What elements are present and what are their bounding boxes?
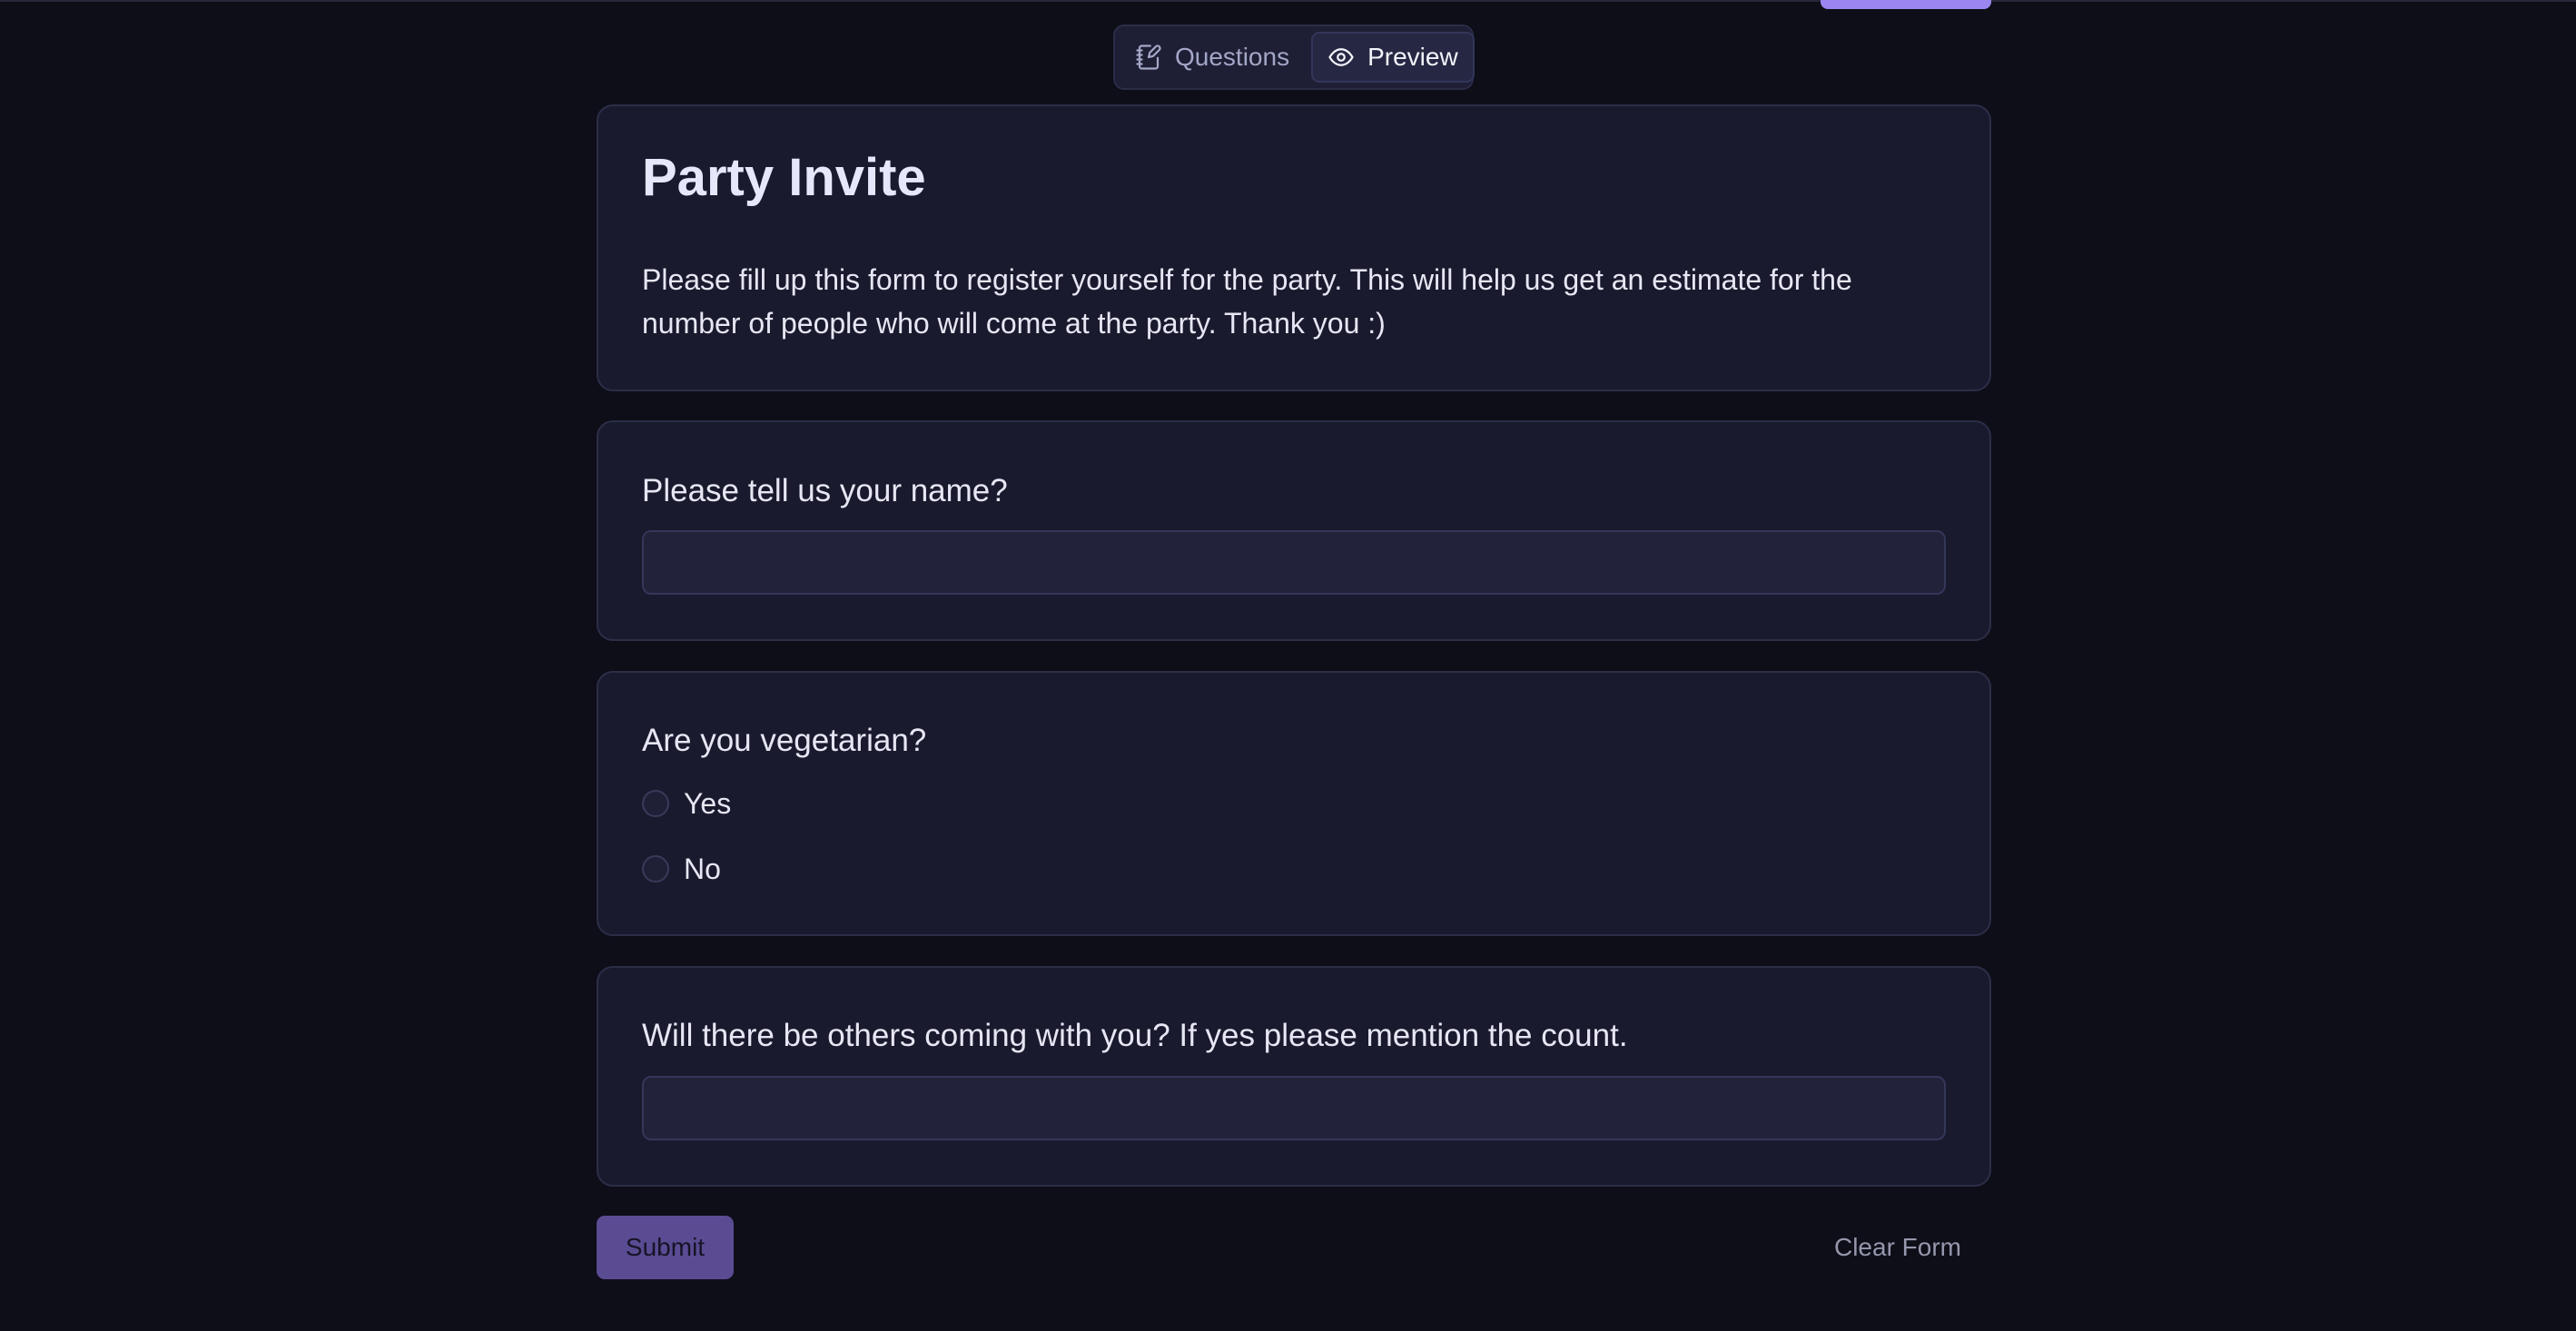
top-divider bbox=[0, 0, 2576, 2]
question-card-others: Will there be others coming with you? If… bbox=[597, 966, 1991, 1187]
radio-button-yes[interactable] bbox=[642, 790, 669, 817]
guest-count-input[interactable] bbox=[642, 1076, 1946, 1140]
question-label: Please tell us your name? bbox=[642, 473, 1008, 508]
tab-questions[interactable]: Questions bbox=[1120, 32, 1304, 83]
clear-form-button[interactable]: Clear Form bbox=[1816, 1216, 1979, 1279]
tab-questions-label: Questions bbox=[1175, 43, 1290, 71]
radio-button-no[interactable] bbox=[642, 855, 669, 882]
form-header-card: Party Invite Please fill up this form to… bbox=[597, 104, 1991, 391]
radio-option-yes[interactable]: Yes bbox=[642, 785, 731, 822]
question-label: Are you vegetarian? bbox=[642, 723, 927, 758]
name-input[interactable] bbox=[642, 530, 1946, 595]
submit-button[interactable]: Submit bbox=[597, 1216, 734, 1279]
tab-preview[interactable]: Preview bbox=[1311, 32, 1475, 83]
question-card-vegetarian: Are you vegetarian? Yes No bbox=[597, 671, 1991, 936]
radio-label-no: No bbox=[684, 853, 721, 885]
question-label: Will there be others coming with you? If… bbox=[642, 1018, 1628, 1053]
form-title: Party Invite bbox=[642, 148, 926, 207]
top-accent-button[interactable] bbox=[1821, 0, 1991, 9]
view-toggle: Questions Preview bbox=[1113, 25, 1475, 90]
eye-icon bbox=[1327, 44, 1355, 71]
tab-preview-label: Preview bbox=[1367, 43, 1458, 71]
form-description: Please fill up this form to register you… bbox=[642, 263, 1852, 340]
question-card-name: Please tell us your name? bbox=[597, 420, 1991, 641]
notebook-pen-icon bbox=[1135, 43, 1162, 72]
radio-option-no[interactable]: No bbox=[642, 851, 721, 887]
radio-label-yes: Yes bbox=[684, 787, 732, 820]
